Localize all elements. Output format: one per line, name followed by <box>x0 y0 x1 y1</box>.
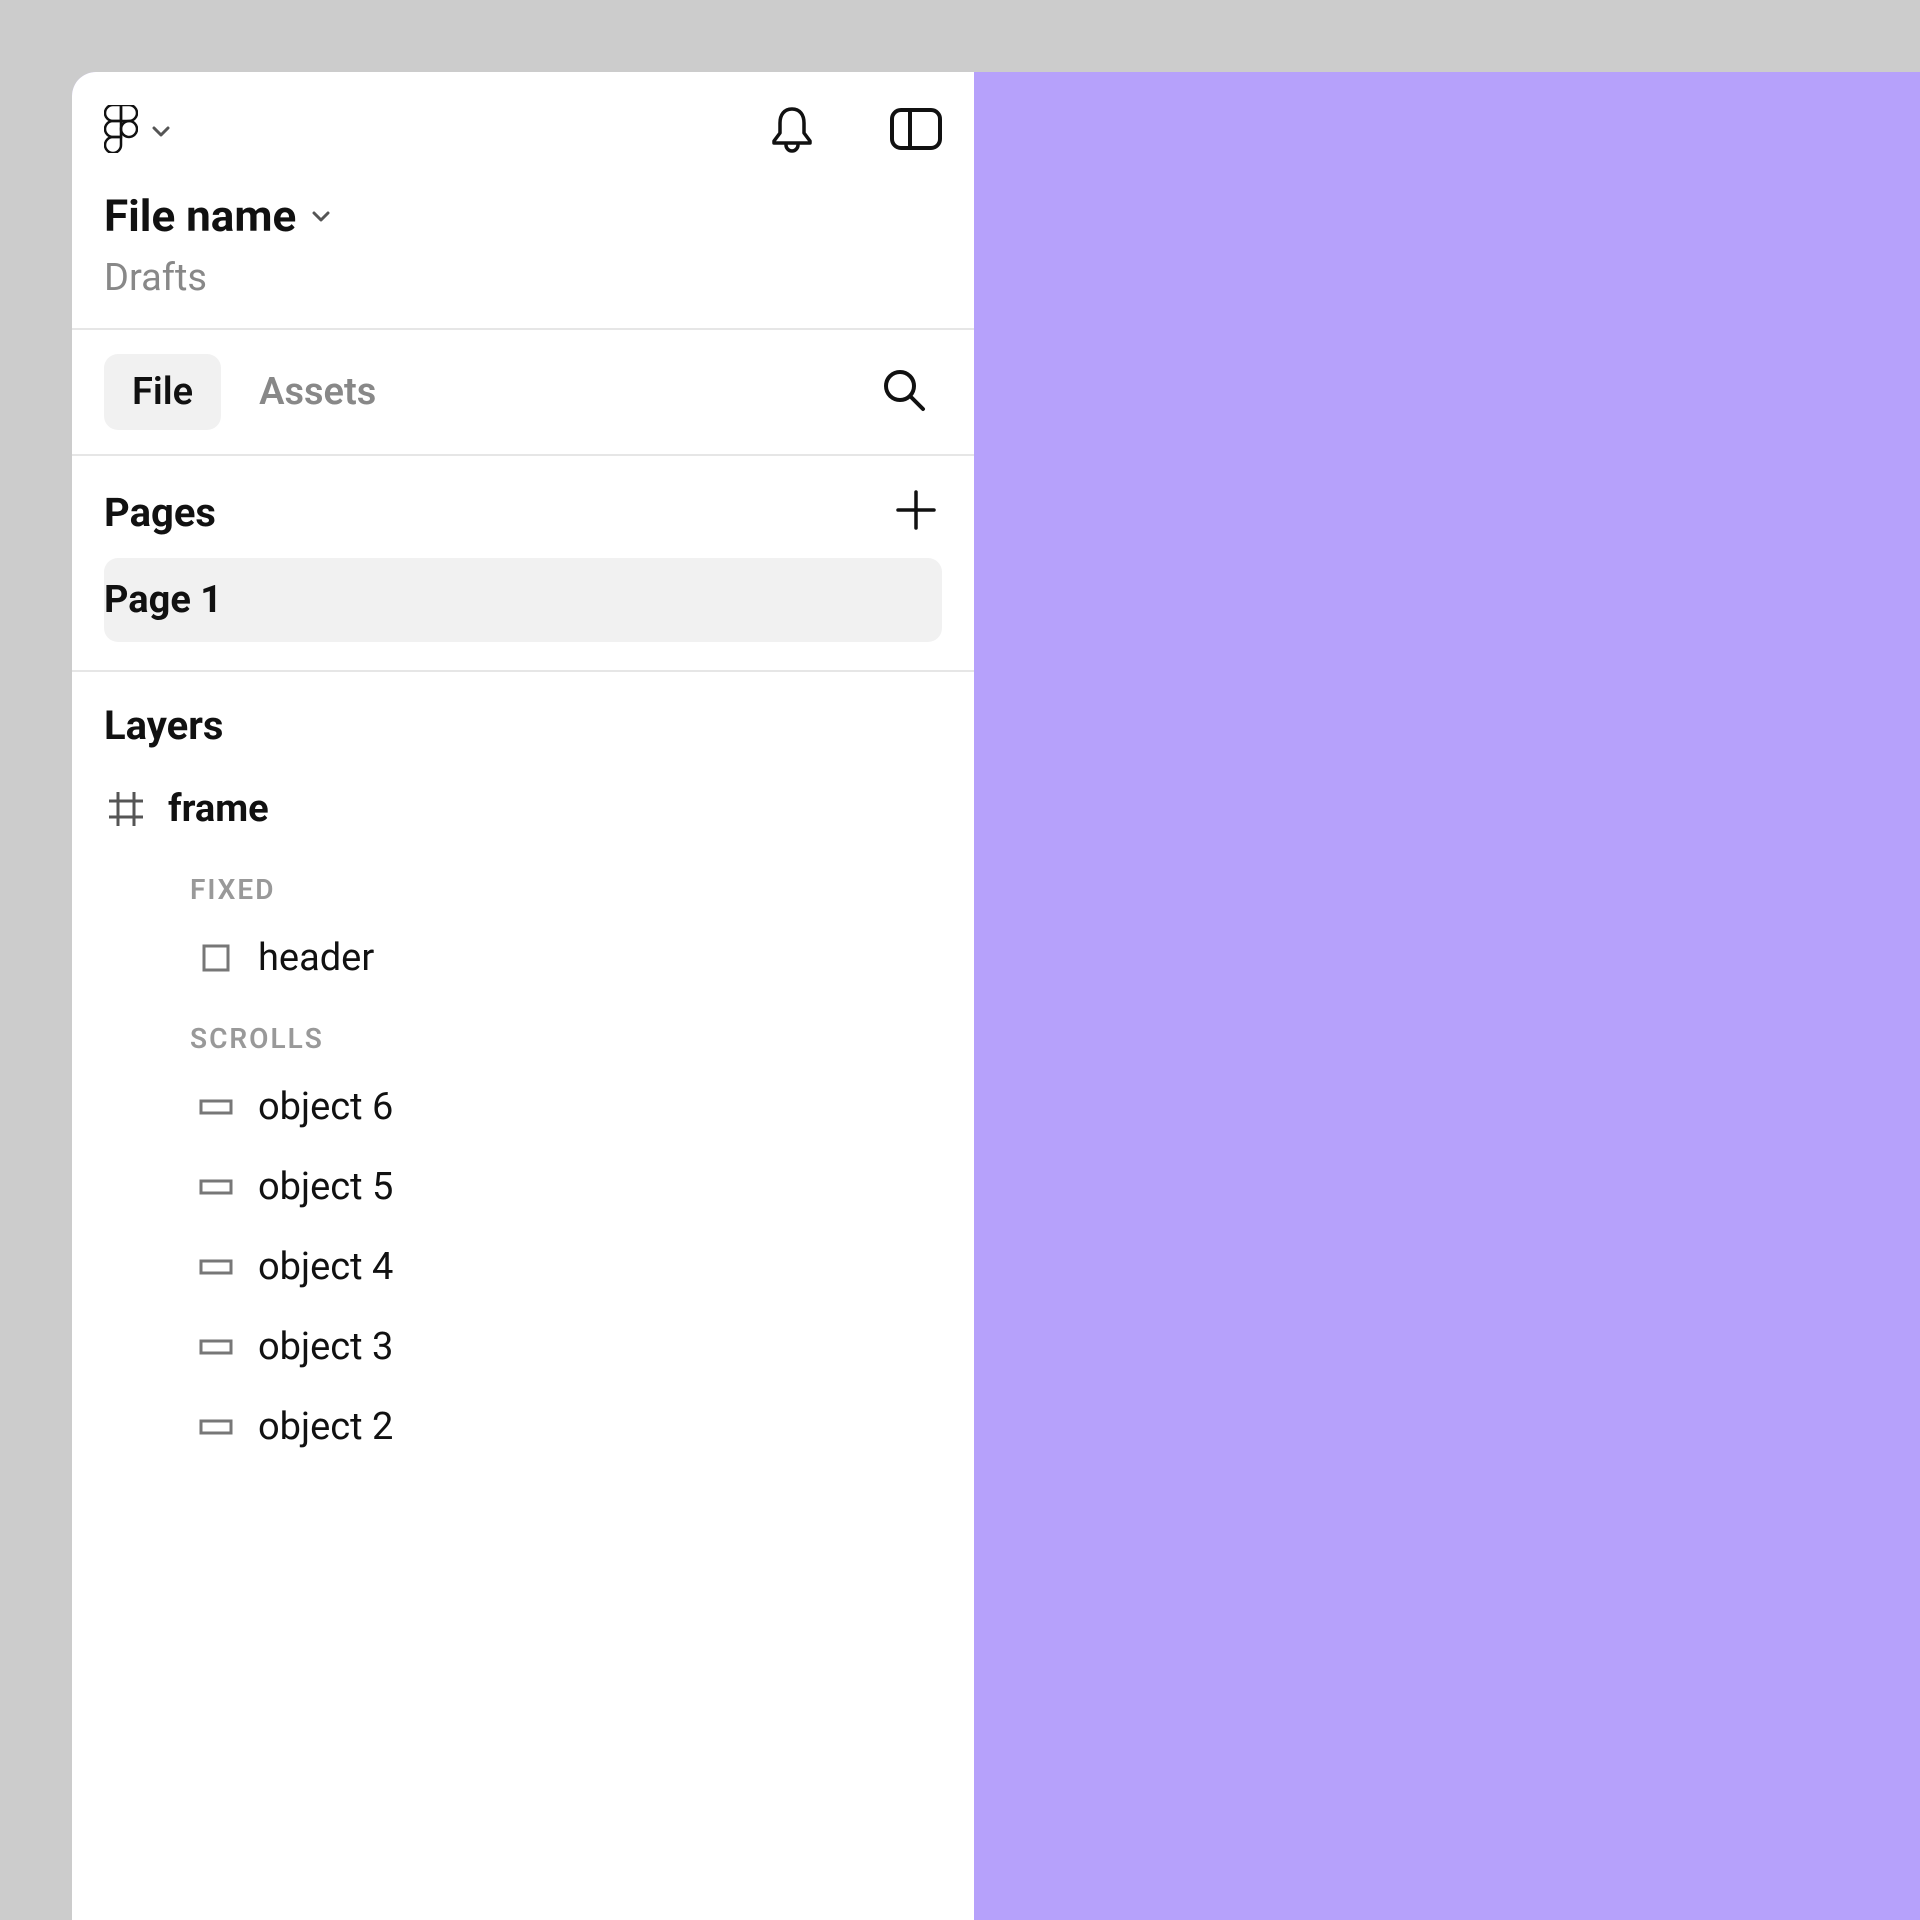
layer-group-fixed: FIXED <box>72 849 974 918</box>
frame-icon <box>108 791 144 827</box>
tabs-group: File Assets <box>104 354 404 430</box>
pages-section: Pages Page 1 <box>72 456 974 672</box>
layer-name: object 3 <box>258 1325 393 1369</box>
left-sidebar: File name Drafts File Assets <box>72 72 974 1920</box>
rectangle-icon <box>198 1409 234 1445</box>
layer-name: object 6 <box>258 1085 393 1129</box>
chevron-down-icon <box>152 122 170 141</box>
plus-icon <box>894 488 938 536</box>
file-title-button[interactable]: File name <box>104 190 942 242</box>
tab-file[interactable]: File <box>104 354 221 430</box>
panel-icon <box>889 107 943 155</box>
file-header: File name Drafts <box>72 182 974 328</box>
search-button[interactable] <box>878 366 930 418</box>
tab-assets[interactable]: Assets <box>231 354 404 430</box>
layer-name: header <box>258 936 374 980</box>
search-icon <box>881 367 927 417</box>
rectangle-icon <box>198 1329 234 1365</box>
pages-title: Pages <box>104 489 216 536</box>
canvas[interactable] <box>974 72 1920 1920</box>
layer-name: object 5 <box>258 1165 393 1209</box>
layer-item[interactable]: object 3 <box>72 1307 974 1387</box>
layer-item[interactable]: object 2 <box>72 1387 974 1467</box>
layer-item[interactable]: object 6 <box>72 1067 974 1147</box>
rectangle-icon <box>198 1089 234 1125</box>
layers-title: Layers <box>72 702 974 769</box>
rectangle-icon <box>198 1169 234 1205</box>
layer-group-scrolls: SCROLLS <box>72 998 974 1067</box>
layer-name: object 2 <box>258 1405 393 1449</box>
layer-name: object 4 <box>258 1245 393 1289</box>
file-title: File name <box>104 190 296 242</box>
toolbar-icons <box>766 105 942 157</box>
notifications-button[interactable] <box>766 105 818 157</box>
file-location[interactable]: Drafts <box>104 256 942 300</box>
top-toolbar <box>72 72 974 182</box>
layer-item[interactable]: object 5 <box>72 1147 974 1227</box>
app-window: File name Drafts File Assets <box>72 72 1920 1920</box>
layer-frame[interactable]: frame <box>72 769 974 849</box>
figma-logo-icon <box>104 105 138 157</box>
layer-item[interactable]: object 4 <box>72 1227 974 1307</box>
chevron-down-icon <box>312 207 330 226</box>
rectangle-icon <box>198 1249 234 1285</box>
layer-name: frame <box>168 787 269 831</box>
layers-section: Layers frame FIXED <box>72 672 974 1497</box>
bell-icon <box>770 105 814 157</box>
panel-toggle-button[interactable] <box>890 105 942 157</box>
add-page-button[interactable] <box>890 486 942 538</box>
layer-item[interactable]: header <box>72 918 974 998</box>
page-item[interactable]: Page 1 <box>104 558 942 642</box>
main-menu-button[interactable] <box>104 105 170 157</box>
rectangle-icon <box>198 940 234 976</box>
pages-header: Pages <box>72 456 974 558</box>
panel-tabs: File Assets <box>72 328 974 456</box>
